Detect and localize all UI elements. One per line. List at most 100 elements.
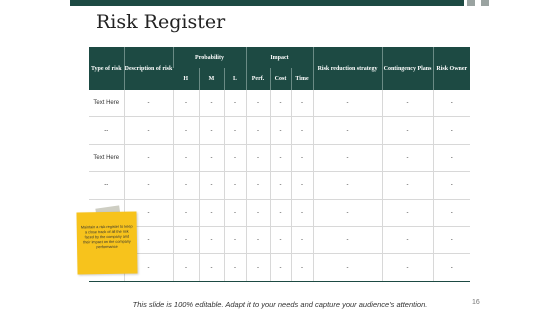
table-cell: - [223, 199, 246, 227]
table-cell: - [123, 116, 173, 145]
table-cell: - [245, 90, 270, 118]
table-row: ---------- [89, 226, 471, 255]
table-cell: - [290, 116, 314, 145]
table-cell: - [198, 171, 224, 200]
table-cell: - [172, 144, 199, 173]
risk-register-table: Type of risk Description of risk Probabi… [89, 47, 471, 282]
table-cell: - [381, 226, 434, 255]
table-cell: -- [89, 171, 124, 200]
header-risk-owner: Risk Owner [432, 47, 471, 90]
table-row: Text Here - - - - - - - - - - [89, 90, 471, 118]
table-cell: - [172, 90, 199, 118]
table-cell: - [312, 116, 383, 145]
table-cell: - [432, 116, 471, 145]
table-cell: - [432, 253, 471, 282]
table-cell: - [172, 199, 199, 227]
table-cell: - [123, 144, 173, 173]
table-cell: - [245, 199, 270, 227]
corner-square [467, 0, 475, 6]
table-cell: - [245, 226, 270, 255]
slide-title: Risk Register [96, 11, 226, 33]
table-cell: - [432, 90, 471, 118]
top-accent-bar [70, 0, 464, 6]
table-body: Text Here - - - - - - - - - - -- - - - - - - - - - - Text Here… [89, 90, 471, 282]
table-cell: - [269, 226, 291, 255]
table-cell: - [290, 90, 314, 118]
table-cell: Text Here [89, 144, 124, 173]
table-cell: - [269, 199, 291, 227]
table-cell: - [223, 171, 246, 200]
table-row: Text Here - - - - - - - - - - [89, 144, 471, 173]
table-row: -- - - - - - - - - - - [89, 171, 471, 200]
subheader-h: H [173, 68, 199, 90]
table-cell: - [198, 90, 224, 118]
header-probability: Probability [172, 47, 246, 68]
table-cell: - [269, 90, 291, 118]
table-cell: - [198, 226, 224, 255]
table-cell: - [312, 226, 383, 255]
corner-square [481, 0, 489, 6]
page-number: 16 [472, 299, 480, 306]
table-cell: - [290, 226, 314, 255]
table-cell: - [172, 226, 199, 255]
table-cell: - [172, 116, 199, 145]
table-cell: - [381, 116, 434, 145]
table-cell: - [223, 226, 246, 255]
table-cell: - [290, 171, 314, 200]
table-cell: - [123, 171, 173, 200]
table-cell: - [123, 90, 173, 118]
table-cell: - [312, 199, 383, 227]
table-cell: - [198, 253, 224, 282]
table-cell: - [245, 116, 270, 145]
table-cell: - [432, 171, 471, 200]
table-cell: - [172, 253, 199, 282]
table-cell: - [381, 253, 434, 282]
subheader-cost: Cost [269, 68, 291, 90]
table-cell: - [432, 226, 471, 255]
table-cell: - [312, 171, 383, 200]
subheader-time: Time [290, 68, 314, 90]
table-cell: - [432, 144, 471, 173]
table-cell: - [432, 199, 471, 227]
subheader-l: L [223, 68, 246, 90]
table-cell: - [312, 144, 383, 173]
table-cell: - [198, 144, 224, 173]
table-cell: - [269, 116, 291, 145]
table-cell: Text Here [89, 90, 124, 118]
table-row: ---------- [89, 253, 471, 282]
header-type-of-risk: Type of risk [89, 47, 124, 90]
subheader-m: M [198, 68, 224, 90]
table-cell: - [269, 171, 291, 200]
table-cell: - [172, 171, 199, 200]
table-cell: - [312, 90, 383, 118]
table-row: ---------- [89, 199, 471, 227]
header-risk-reduction: Risk reduction strategy [312, 47, 383, 90]
subheader-perf: Perf. [245, 68, 270, 90]
table-cell: - [223, 253, 246, 282]
table-row: -- - - - - - - - - - - [89, 116, 471, 145]
table-cell: - [245, 171, 270, 200]
sticky-note: Maintain a risk register to keep a close… [76, 211, 138, 275]
table-cell: - [223, 116, 246, 145]
table-cell: - [381, 90, 434, 118]
table-cell: - [223, 144, 246, 173]
table-cell: -- [89, 116, 124, 145]
table-cell: - [290, 144, 314, 173]
table-cell: - [381, 171, 434, 200]
header-impact: Impact [245, 47, 314, 68]
table-cell: - [198, 199, 224, 227]
header-description: Description of risk [123, 47, 173, 90]
table-cell: - [269, 253, 291, 282]
table-cell: - [381, 144, 434, 173]
table-cell: - [290, 253, 314, 282]
table-cell: - [245, 253, 270, 282]
table-cell: - [223, 90, 246, 118]
table-cell: - [269, 144, 291, 173]
header-contingency: Contingency Plans [381, 47, 434, 90]
table-cell: - [198, 116, 224, 145]
table-cell: - [290, 199, 314, 227]
sticky-note-text: Maintain a risk register to keep a close… [80, 224, 133, 250]
table-cell: - [245, 144, 270, 173]
table-cell: - [381, 199, 434, 227]
table-cell: - [312, 253, 383, 282]
